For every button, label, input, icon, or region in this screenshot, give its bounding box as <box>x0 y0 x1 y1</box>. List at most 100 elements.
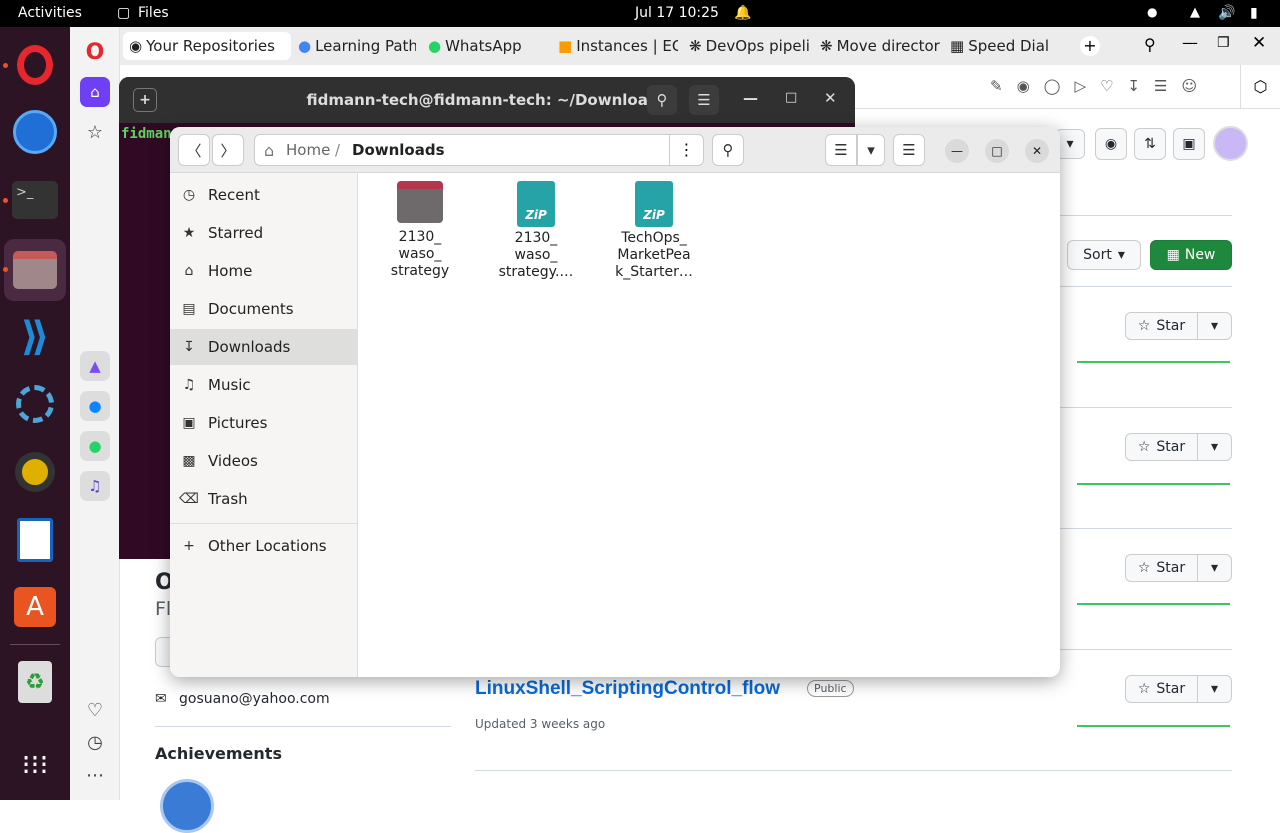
chevron-down-icon: ▾ <box>1117 247 1125 263</box>
tab-instances-ec2[interactable]: ■Instances | EC2 <box>552 32 678 60</box>
place-trash[interactable]: ⌫ Trash <box>170 481 358 517</box>
bell-icon[interactable]: 🔔 <box>734 5 751 21</box>
trash-icon[interactable]: ♻ <box>10 657 60 707</box>
restore-icon[interactable]: ❐ <box>1217 35 1230 51</box>
thunderbird-icon[interactable] <box>10 107 60 157</box>
path-menu-icon[interactable]: ⋮ <box>669 135 703 165</box>
rhythmbox-icon[interactable] <box>10 447 60 497</box>
avatar[interactable] <box>1213 126 1248 161</box>
list-view-icon[interactable]: ☰ <box>825 134 857 166</box>
star-dropdown[interactable]: ▾ <box>1197 312 1232 340</box>
star-button[interactable]: ☆ Star <box>1125 312 1198 340</box>
toolbar-icons[interactable]: ✎◉◯▷♡↧☰☺ <box>990 77 1211 95</box>
minimize-icon[interactable]: — <box>945 139 969 163</box>
new-repo-button[interactable]: ▦ New <box>1150 240 1232 270</box>
star-dropdown[interactable]: ▾ <box>1197 554 1232 582</box>
vpn-icon[interactable]: ● <box>1147 5 1157 19</box>
close-icon[interactable]: ✕ <box>1252 33 1266 53</box>
new-label: New <box>1184 247 1216 263</box>
place-pictures[interactable]: ▣ Pictures <box>170 405 358 441</box>
extension-icon[interactable]: ⬡ <box>1240 65 1280 109</box>
achievement-badge[interactable] <box>160 779 214 833</box>
chevron-down-icon[interactable]: ▾ <box>857 134 885 166</box>
workspace-icon[interactable]: ☆ <box>80 117 110 147</box>
tab-whatsapp[interactable]: ● WhatsApp <box>422 32 547 60</box>
libreoffice-writer-icon[interactable] <box>10 515 60 565</box>
files-icon[interactable] <box>4 239 66 301</box>
file-item-folder[interactable]: 2130_ waso_ strategy <box>365 181 475 280</box>
star-button[interactable]: ☆ Star <box>1125 554 1198 582</box>
tab-devops-pipeline[interactable]: ❋ DevOps pipelin <box>683 32 809 60</box>
place-other-locations[interactable]: + Other Locations <box>170 528 358 564</box>
activity-sparkline <box>1077 479 1230 485</box>
place-label: Trash <box>208 490 248 508</box>
show-apps-icon[interactable]: ⁝⁝⁝ <box>10 739 60 789</box>
star-dropdown[interactable]: ▾ <box>1197 433 1232 461</box>
maximize-icon[interactable]: □ <box>785 90 797 105</box>
place-home[interactable]: ⌂ Home <box>170 253 358 289</box>
more-icon[interactable]: ⋯ <box>80 760 110 790</box>
messenger-icon[interactable]: ● <box>80 391 110 421</box>
history-icon[interactable]: ◷ <box>80 727 110 757</box>
activities-button[interactable]: Activities <box>18 5 82 21</box>
place-music[interactable]: ♫ Music <box>170 367 358 403</box>
volume-icon[interactable]: 🔊 <box>1218 5 1235 21</box>
place-downloads[interactable]: ↧ Downloads <box>170 329 358 365</box>
new-tab-button[interactable]: + <box>1080 36 1100 56</box>
opera-menu-icon[interactable]: O <box>80 37 110 67</box>
back-button[interactable]: 〈 <box>178 134 210 166</box>
main-menu-icon[interactable]: ☰ <box>893 134 925 166</box>
path-current[interactable]: Downloads <box>352 141 445 159</box>
menu-icon[interactable]: ☰ <box>689 85 719 115</box>
inbox-icon[interactable]: ▣ <box>1173 128 1205 160</box>
files-window: 〈 〉 ⌂ Home / Downloads ⋮ ⚲ ☰ ▾ ☰ — □ ✕ ◷… <box>170 127 1060 677</box>
tab-your-repositories[interactable]: ◉ Your Repositories <box>123 32 291 60</box>
path-home[interactable]: Home <box>286 141 330 159</box>
battery-icon[interactable]: ▮ <box>1250 5 1258 21</box>
terminal-icon[interactable]: >_ <box>10 175 60 225</box>
place-documents[interactable]: ▤ Documents <box>170 291 358 327</box>
clock[interactable]: Jul 17 10:25 <box>635 5 719 21</box>
home-icon[interactable]: ⌂ <box>80 77 110 107</box>
opera-icon[interactable] <box>10 40 60 90</box>
zip-icon: ZiP <box>517 181 555 227</box>
whatsapp-icon[interactable]: ● <box>80 431 110 461</box>
search-icon[interactable]: ⚲ <box>712 134 744 166</box>
sort-button[interactable]: Sort ▾ <box>1067 240 1141 270</box>
star-button-group: ☆ Star ▾ <box>1125 554 1232 582</box>
star-button[interactable]: ☆ Star <box>1125 433 1198 461</box>
file-item-zip[interactable]: ZiP TechOps_ MarketPea k_Starter… <box>599 181 709 281</box>
app-menu-label[interactable]: Files <box>138 5 169 21</box>
search-icon[interactable]: ⚲ <box>647 85 677 115</box>
file-name-line: waso_ <box>398 246 442 262</box>
file-item-zip[interactable]: ZiP 2130_ waso_ strategy.… <box>481 181 591 281</box>
profile-email[interactable]: gosuano@yahoo.com <box>179 691 330 707</box>
vscode-icon[interactable]: ⟫ <box>10 312 60 362</box>
maximize-icon[interactable]: □ <box>985 139 1009 163</box>
star-button[interactable]: ☆ Star <box>1125 675 1198 703</box>
repo-link[interactable]: LinuxShell_ScriptingControl_flow <box>475 678 780 700</box>
star-dropdown[interactable]: ▾ <box>1197 675 1232 703</box>
tab-move-directory[interactable]: ❋ Move directory <box>814 32 940 60</box>
search-tabs-icon[interactable]: ⚲ <box>1144 35 1156 54</box>
app-center-icon[interactable]: A <box>10 582 60 632</box>
close-icon[interactable]: ✕ <box>1025 139 1049 163</box>
place-starred[interactable]: ★ Starred <box>170 215 358 251</box>
shutter-icon[interactable] <box>10 379 60 429</box>
pull-requests-icon[interactable]: ⇅ <box>1134 128 1166 160</box>
tab-speed-dial[interactable]: ▦ Speed Dial <box>944 32 1070 60</box>
tab-learning-path[interactable]: ● Learning Path <box>292 32 416 60</box>
close-icon[interactable]: ✕ <box>824 89 837 107</box>
issues-icon[interactable]: ◉ <box>1095 128 1127 160</box>
forward-button[interactable]: 〉 <box>212 134 244 166</box>
music-icon: ♫ <box>182 377 196 393</box>
network-icon[interactable]: ▲ <box>1190 5 1200 20</box>
heart-icon[interactable]: ♡ <box>80 695 110 725</box>
minimize-icon[interactable]: — <box>1182 33 1198 52</box>
aria-icon[interactable]: ▲ <box>80 351 110 381</box>
place-recent[interactable]: ◷ Recent <box>170 177 358 213</box>
files-app-icon[interactable]: ▢ <box>117 5 130 21</box>
minimize-icon[interactable]: — <box>743 89 758 107</box>
music-player-icon[interactable]: ♫ <box>80 471 110 501</box>
place-videos[interactable]: ▩ Videos <box>170 443 358 479</box>
